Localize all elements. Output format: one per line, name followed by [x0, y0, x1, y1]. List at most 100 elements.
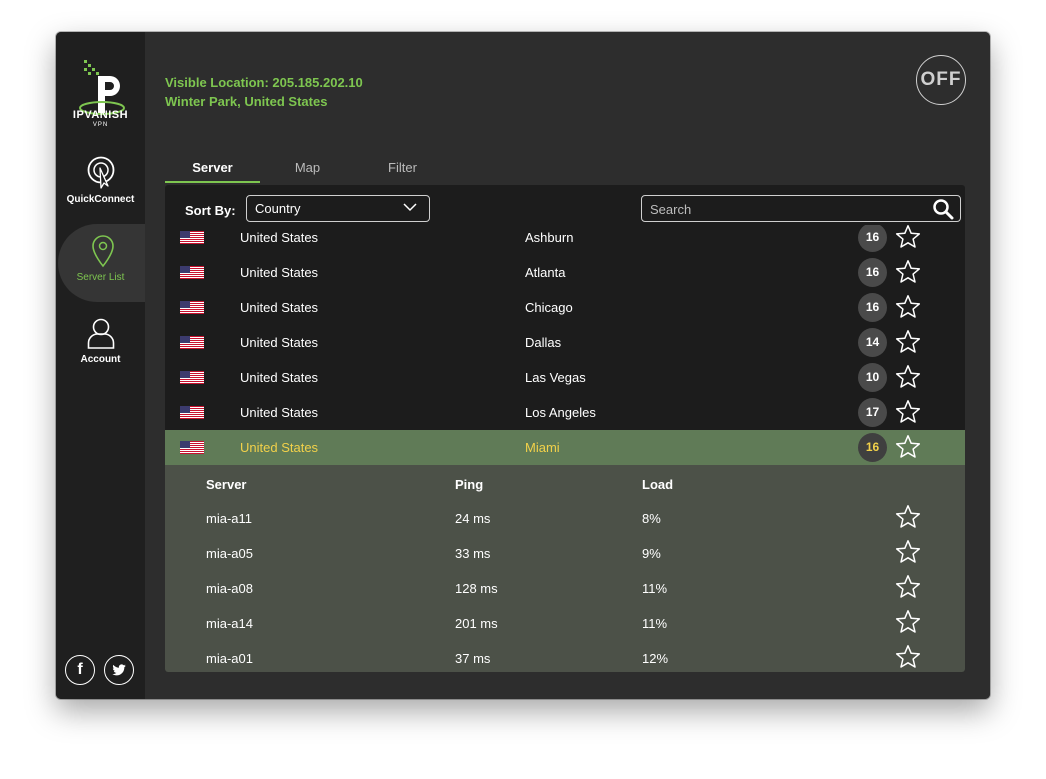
- server-count-badge: 17: [858, 398, 887, 427]
- server-detail-row[interactable]: mia-a01 37 ms 12%: [165, 640, 965, 672]
- server-load: 9%: [642, 546, 661, 561]
- brand-name: IPVANISH: [72, 109, 129, 121]
- column-header-load: Load: [642, 477, 674, 492]
- server-row[interactable]: United States Los Angeles 17: [165, 395, 965, 430]
- server-detail-row[interactable]: mia-a14 201 ms 11%: [165, 605, 965, 640]
- server-name: mia-a01: [206, 651, 253, 666]
- tab-server[interactable]: Server: [165, 160, 260, 175]
- quickconnect-icon: [87, 156, 115, 189]
- us-flag-icon: [180, 301, 204, 314]
- us-flag-icon: [180, 336, 204, 349]
- search-box: [641, 195, 961, 222]
- server-ping: 201 ms: [455, 616, 498, 631]
- server-rows: United States Ashburn 16 United States Atlan…: [165, 225, 965, 672]
- facebook-icon[interactable]: f: [65, 655, 95, 685]
- sort-by-dropdown[interactable]: Country: [246, 195, 430, 222]
- twitter-icon[interactable]: [104, 655, 134, 685]
- favorite-star-icon[interactable]: [895, 364, 921, 390]
- active-tab-indicator: [165, 181, 260, 183]
- favorite-star-icon[interactable]: [895, 399, 921, 425]
- server-name: mia-a08: [206, 581, 253, 596]
- main-content: Visible Location: 205.185.202.10 Winter …: [145, 32, 990, 699]
- server-country: United States: [240, 230, 319, 245]
- us-flag-icon: [180, 266, 204, 279]
- server-detail-table: Server Ping Load mia-a11 24 ms 8% mia-a05 33 ms…: [165, 465, 965, 672]
- server-count-badge: 16: [858, 225, 887, 252]
- column-header-server: Server: [206, 477, 247, 492]
- server-row[interactable]: United States Atlanta 16: [165, 255, 965, 290]
- server-city: Los Angeles: [525, 405, 596, 420]
- server-row[interactable]: United States Miami 16: [165, 430, 965, 465]
- server-city: Ashburn: [525, 230, 574, 245]
- server-detail-row[interactable]: mia-a05 33 ms 9%: [165, 535, 965, 570]
- server-ping: 128 ms: [455, 581, 498, 596]
- server-country: United States: [240, 370, 319, 385]
- tab-map[interactable]: Map: [260, 160, 355, 175]
- column-header-ping: Ping: [455, 477, 484, 492]
- favorite-star-icon[interactable]: [895, 259, 921, 285]
- server-country: United States: [240, 335, 319, 350]
- server-row[interactable]: United States Las Vegas 10: [165, 360, 965, 395]
- server-load: 12%: [642, 651, 669, 666]
- sidebar-item-account[interactable]: Account: [56, 306, 145, 384]
- server-row[interactable]: United States Dallas 14: [165, 325, 965, 360]
- app-window: IPVANISH VPN QuickConnect Server List Ac…: [56, 32, 990, 699]
- favorite-star-icon[interactable]: [895, 644, 921, 670]
- server-city: Dallas: [525, 335, 562, 350]
- server-city: Miami: [525, 440, 560, 455]
- power-toggle-button[interactable]: OFF: [916, 55, 966, 105]
- us-flag-icon: [180, 406, 204, 419]
- server-row[interactable]: United States Ashburn 16: [165, 225, 965, 255]
- chevron-down-icon: [403, 203, 417, 212]
- us-flag-icon: [180, 371, 204, 384]
- server-detail-row[interactable]: mia-a08 128 ms 11%: [165, 570, 965, 605]
- favorite-star-icon[interactable]: [895, 574, 921, 600]
- favorite-star-icon[interactable]: [895, 504, 921, 530]
- favorite-star-icon[interactable]: [895, 225, 921, 250]
- server-country: United States: [240, 405, 319, 420]
- visible-location-ip: Visible Location: 205.185.202.10: [165, 75, 363, 90]
- sidebar-item-label: QuickConnect: [66, 194, 135, 205]
- search-icon[interactable]: [932, 198, 954, 220]
- favorite-star-icon[interactable]: [895, 609, 921, 635]
- search-input[interactable]: [648, 199, 922, 220]
- server-count-badge: 16: [858, 433, 887, 462]
- tab-filter[interactable]: Filter: [355, 160, 450, 175]
- sidebar: IPVANISH VPN QuickConnect Server List Ac…: [56, 32, 153, 699]
- server-ping: 33 ms: [455, 546, 491, 561]
- server-detail-row[interactable]: mia-a11 24 ms 8%: [165, 500, 965, 535]
- server-city: Chicago: [525, 300, 573, 315]
- server-load: 11%: [642, 581, 668, 596]
- server-country: United States: [240, 300, 319, 315]
- server-count-badge: 10: [858, 363, 887, 392]
- sort-by-value: Country: [255, 201, 301, 216]
- server-load: 11%: [642, 616, 668, 631]
- favorite-star-icon[interactable]: [895, 434, 921, 460]
- favorite-star-icon[interactable]: [895, 294, 921, 320]
- server-ping: 37 ms: [455, 651, 491, 666]
- sidebar-item-label: Account: [80, 354, 121, 365]
- map-pin-icon: [92, 235, 114, 268]
- sidebar-item-label: Server List: [76, 272, 125, 283]
- server-load: 8%: [642, 511, 661, 526]
- sidebar-item-server-list[interactable]: Server List: [58, 224, 153, 302]
- server-count-badge: 14: [858, 328, 887, 357]
- us-flag-icon: [180, 231, 204, 244]
- visible-location-place: Winter Park, United States: [165, 94, 328, 109]
- brand-sub: VPN: [92, 122, 109, 128]
- server-list-panel: Sort By: Country United StatesAshburn16U…: [165, 185, 965, 672]
- favorite-star-icon[interactable]: [895, 329, 921, 355]
- server-count-badge: 16: [858, 258, 887, 287]
- us-flag-icon: [180, 441, 204, 454]
- server-name: mia-a11: [206, 511, 253, 526]
- server-country: United States: [240, 440, 319, 455]
- sidebar-item-quickconnect[interactable]: QuickConnect: [56, 146, 145, 224]
- server-city: Las Vegas: [525, 370, 586, 385]
- server-name: mia-a05: [206, 546, 253, 561]
- account-icon: [87, 318, 115, 349]
- server-city: Atlanta: [525, 265, 566, 280]
- server-ping: 24 ms: [455, 511, 491, 526]
- server-row[interactable]: United States Chicago 16: [165, 290, 965, 325]
- sort-by-label: Sort By:: [185, 203, 236, 218]
- favorite-star-icon[interactable]: [895, 539, 921, 565]
